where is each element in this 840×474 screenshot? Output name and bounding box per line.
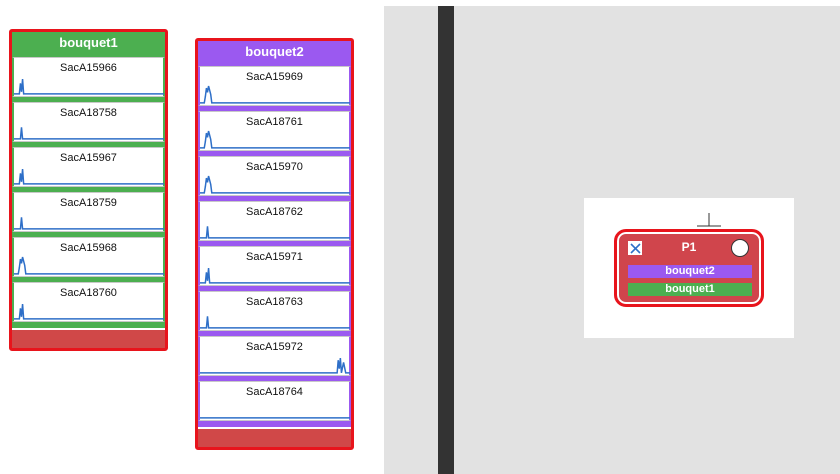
sample-card[interactable]: SacA18759 [12, 192, 165, 232]
sample-card[interactable]: SacA15967 [12, 147, 165, 187]
chromatogram-trace [14, 304, 164, 320]
trace-line [200, 175, 350, 194]
bouquet-title: bouquet2 [198, 41, 351, 63]
sample-card[interactable]: SacA18762 [198, 201, 351, 241]
chromatogram-trace [200, 417, 350, 419]
sample-card[interactable]: SacA18760 [12, 282, 165, 322]
bouquet-panel-bouquet2[interactable]: bouquet2 SacA15969 SacA18761 SacA15970 SacA… [195, 38, 354, 450]
p1-node[interactable]: P1 bouquet2 bouquet1 [614, 229, 764, 307]
bouquet-title: bouquet1 [12, 32, 165, 54]
trace-line [14, 304, 164, 320]
trace-line [14, 79, 164, 95]
node-tag-bouquet2[interactable]: bouquet2 [628, 265, 752, 278]
chromatogram-trace [200, 130, 350, 149]
trace-line [200, 130, 350, 149]
bouquet-sample-list: SacA15969 SacA18761 SacA15970 SacA18762 SacA… [198, 63, 351, 427]
chromatogram-trace [200, 226, 350, 239]
chromatogram-trace [200, 316, 350, 329]
chromatogram-trace [14, 256, 164, 275]
sample-card[interactable]: SacA18758 [12, 102, 165, 142]
bouquet-canvas[interactable]: bouquet1 SacA15966 SacA18758 SacA15967 SacA… [0, 0, 370, 474]
sample-card[interactable]: SacA15966 [12, 57, 165, 97]
node-tag-bouquet1[interactable]: bouquet1 [628, 283, 752, 296]
trace-line [14, 217, 164, 230]
trace-line [200, 226, 350, 239]
bouquet-footer [198, 429, 351, 447]
chromatogram-trace [200, 268, 350, 284]
sample-card[interactable]: SacA15970 [198, 156, 351, 196]
trace-line [200, 85, 350, 104]
chromatogram-trace [14, 79, 164, 95]
trace-line [14, 169, 164, 185]
trace-line [200, 316, 350, 329]
sample-card[interactable]: SacA15971 [198, 246, 351, 286]
chromatogram-trace [14, 217, 164, 230]
bouquet-footer [12, 330, 165, 348]
sample-card[interactable]: SacA15968 [12, 237, 165, 277]
sample-card[interactable]: SacA15972 [198, 336, 351, 376]
bouquet-panel-bouquet1[interactable]: bouquet1 SacA15966 SacA18758 SacA15967 SacA… [9, 29, 168, 351]
circle-icon[interactable] [731, 239, 749, 257]
trace-line [200, 358, 350, 374]
trace-line [14, 256, 164, 275]
chromatogram-trace [200, 175, 350, 194]
chromatogram-trace [200, 85, 350, 104]
chromatogram-trace [14, 169, 164, 185]
pane-splitter[interactable] [438, 6, 454, 474]
sample-card[interactable]: SacA18764 [198, 381, 351, 421]
trace-line [200, 268, 350, 284]
bouquet-sample-list: SacA15966 SacA18758 SacA15967 SacA18759 SacA… [12, 54, 165, 328]
connection-anchor-icon[interactable] [697, 213, 721, 227]
sample-card[interactable]: SacA18763 [198, 291, 351, 331]
chromatogram-trace [200, 358, 350, 374]
trace-line [14, 127, 164, 140]
chromatogram-trace [14, 127, 164, 140]
sample-card[interactable]: SacA15969 [198, 66, 351, 106]
sample-card[interactable]: SacA18761 [198, 111, 351, 151]
